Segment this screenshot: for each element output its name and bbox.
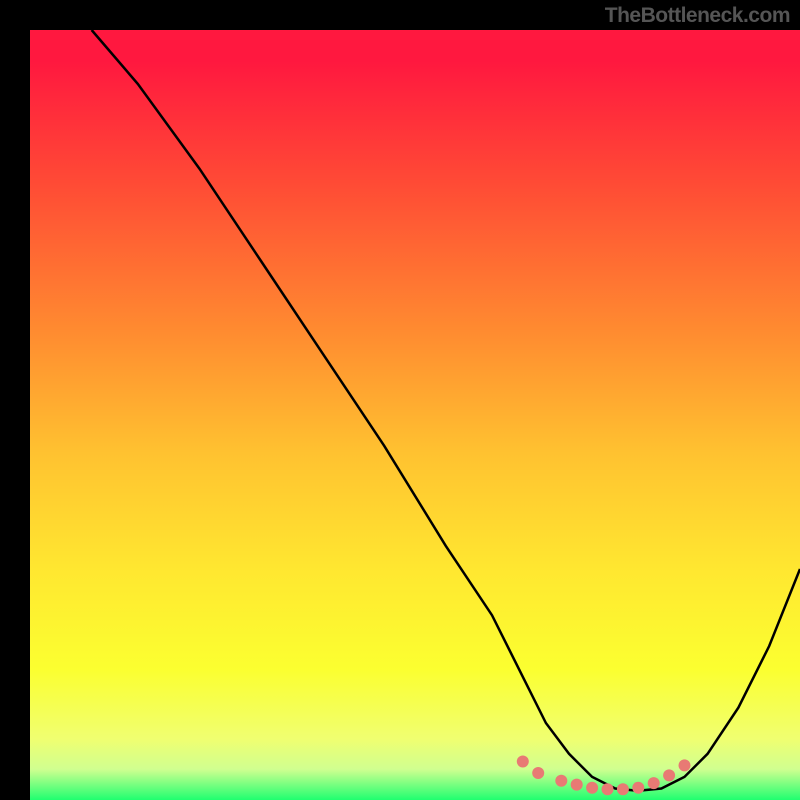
- chart-container: TheBottleneck.com: [0, 0, 800, 800]
- gradient-background: [30, 30, 800, 800]
- marker-point: [663, 769, 675, 781]
- marker-point: [571, 779, 583, 791]
- watermark: TheBottleneck.com: [605, 4, 790, 28]
- marker-point: [555, 775, 567, 787]
- marker-point: [648, 777, 660, 789]
- marker-point: [517, 756, 529, 768]
- marker-point: [632, 782, 644, 794]
- marker-point: [602, 783, 614, 795]
- marker-point: [617, 783, 629, 795]
- marker-point: [532, 767, 544, 779]
- bottleneck-chart: [0, 0, 800, 800]
- marker-point: [679, 759, 691, 771]
- marker-point: [586, 782, 598, 794]
